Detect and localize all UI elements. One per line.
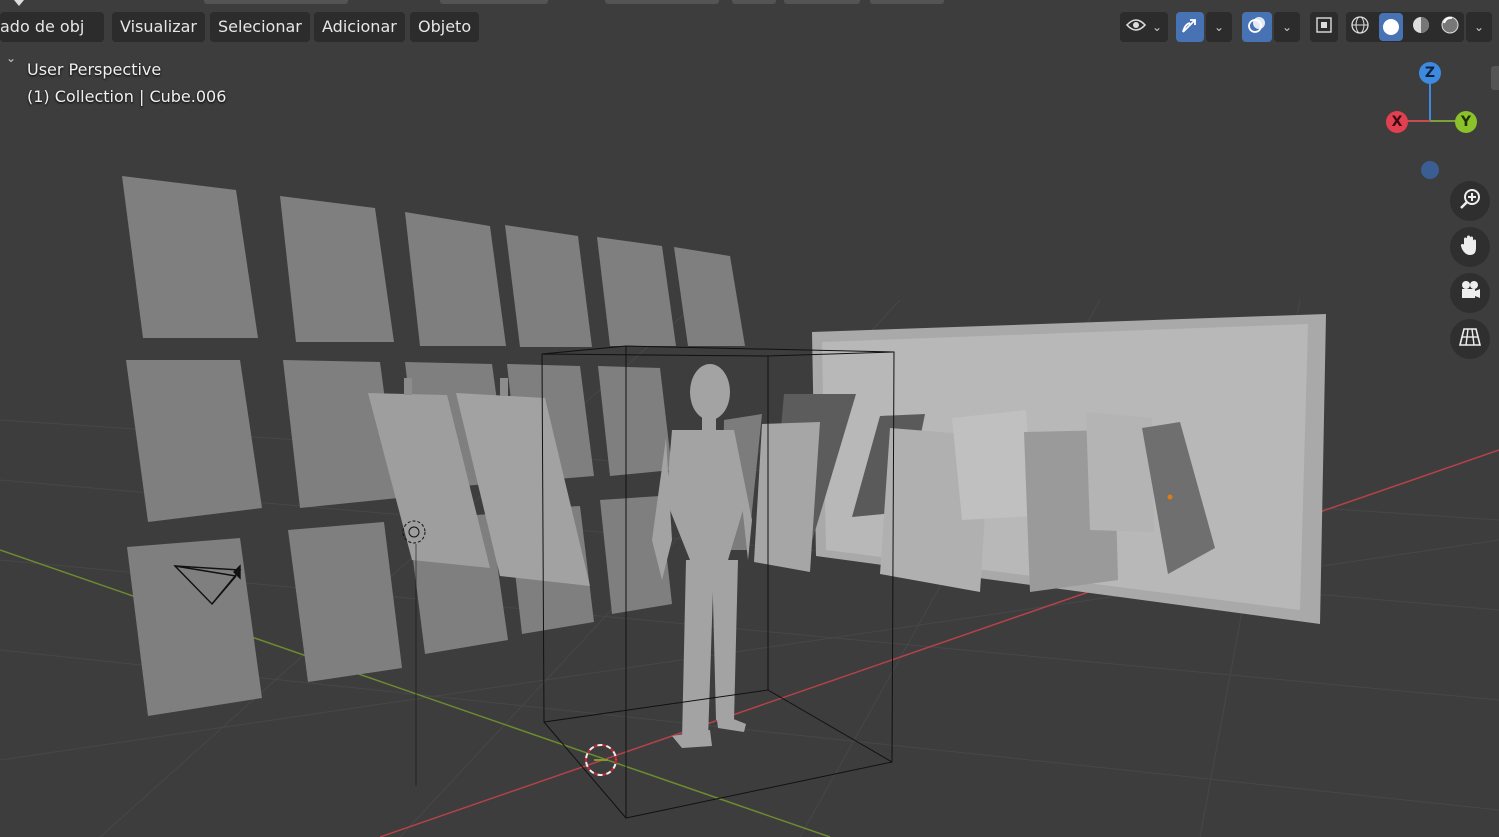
- y-axis-ball[interactable]: Y: [1455, 111, 1477, 133]
- chevron-down-icon: ⌄: [1151, 20, 1163, 34]
- x-axis-ball[interactable]: X: [1386, 111, 1408, 133]
- collapse-arrow-icon[interactable]: [14, 0, 24, 6]
- material-shading-icon[interactable]: [1411, 15, 1431, 39]
- 3d-viewport[interactable]: [0, 0, 1499, 837]
- header-strip: [204, 0, 348, 4]
- eye-icon: [1125, 17, 1147, 37]
- camera-icon: [1458, 279, 1482, 307]
- menu-object[interactable]: Objeto: [410, 12, 480, 42]
- chevron-down-icon: ⌄: [6, 51, 17, 65]
- overlays-toggle[interactable]: [1242, 12, 1272, 42]
- chevron-down-icon: ⌄: [1473, 20, 1485, 34]
- view-perspective-label: User Perspective: [27, 60, 162, 79]
- gizmo-toggle[interactable]: [1176, 12, 1204, 42]
- grid-icon: [1458, 325, 1482, 353]
- shading-dropdown[interactable]: ⌄: [1466, 12, 1492, 42]
- header-strip: [732, 0, 776, 4]
- solid-shading-icon[interactable]: [1378, 13, 1403, 41]
- ortho-toggle-button[interactable]: [1450, 319, 1490, 359]
- pan-button[interactable]: [1450, 227, 1490, 267]
- active-object-label: (1) Collection | Cube.006: [27, 87, 227, 106]
- negative-z-axis: [1421, 161, 1439, 179]
- header-strip: [784, 0, 860, 4]
- wireframe-shading-icon[interactable]: [1350, 15, 1370, 39]
- chevron-down-icon: ⌄: [1213, 20, 1225, 34]
- hand-icon: [1458, 233, 1482, 261]
- chevron-down-icon: ⌄: [1281, 20, 1293, 34]
- mode-dropdown[interactable]: ado de obj ⌄: [0, 12, 104, 65]
- header-strip: [440, 0, 548, 4]
- overlays-dropdown[interactable]: ⌄: [1274, 12, 1300, 42]
- z-axis-ball[interactable]: Z: [1419, 62, 1441, 84]
- xray-icon: [1315, 16, 1333, 38]
- header-strip: [605, 0, 719, 4]
- camera-view-button[interactable]: [1450, 273, 1490, 313]
- viewport-header: ado de obj ⌄ Visualizar Selecionar Adicio…: [0, 12, 1499, 65]
- rendered-shading-icon[interactable]: [1440, 15, 1460, 39]
- zoom-icon: [1458, 187, 1482, 215]
- overlays-icon: [1247, 15, 1267, 39]
- gizmo-dropdown[interactable]: ⌄: [1206, 12, 1232, 42]
- header-strip: [870, 0, 944, 4]
- menu-view[interactable]: Visualizar: [112, 12, 205, 42]
- shading-modes: [1346, 12, 1464, 42]
- mode-label: ado de obj: [0, 17, 85, 36]
- 3d-cursor-icon: [585, 744, 617, 776]
- navigation-gizmo[interactable]: Z X Y: [1380, 58, 1480, 188]
- menu-add[interactable]: Adicionar: [314, 12, 405, 42]
- menu-select[interactable]: Selecionar: [210, 12, 310, 42]
- zoom-button[interactable]: [1450, 181, 1490, 221]
- visibility-dropdown[interactable]: ⌄: [1120, 12, 1168, 42]
- xray-toggle[interactable]: [1310, 12, 1338, 42]
- transform-gizmo-icon: [1180, 15, 1200, 39]
- object-origin: [1167, 494, 1173, 500]
- side-panel-toggle[interactable]: [1491, 66, 1499, 90]
